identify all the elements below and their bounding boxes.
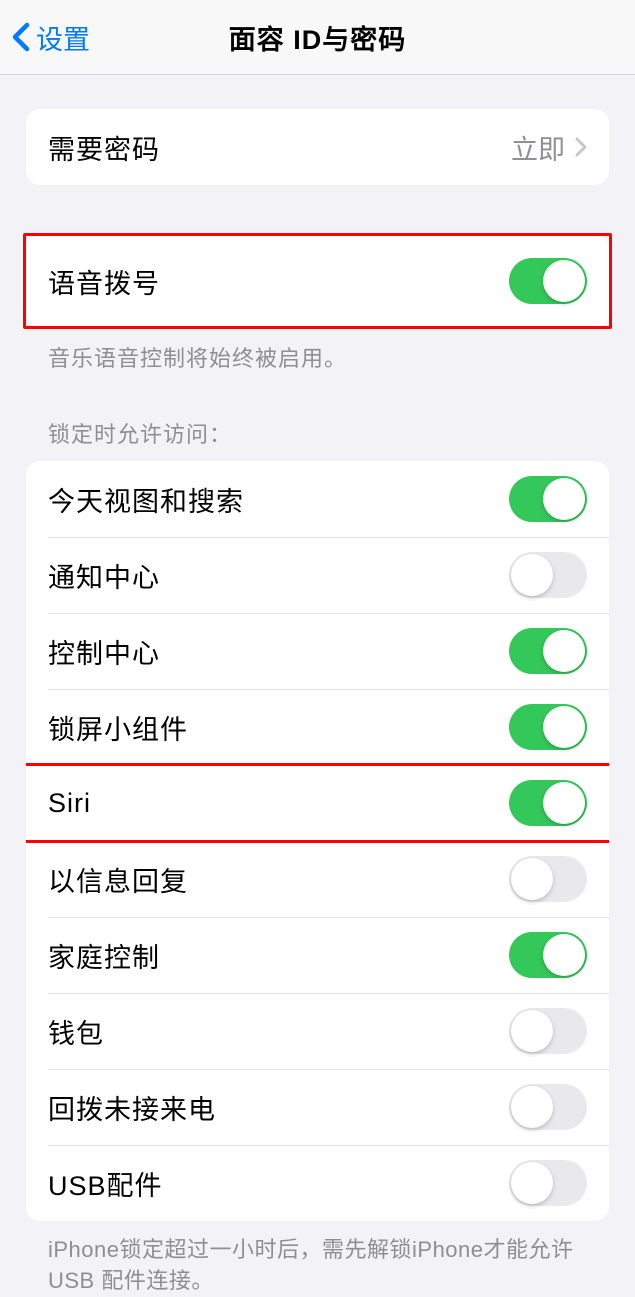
lock-access-label: 今天视图和搜索 (48, 480, 244, 519)
lock-access-label: 锁屏小组件 (48, 708, 188, 747)
voice-dial-row: 语音拨号 (26, 236, 609, 326)
toggle-knob (543, 478, 585, 520)
voice-dial-toggle[interactable] (509, 258, 587, 304)
chevron-left-icon (12, 22, 30, 52)
lock-access-toggle[interactable] (509, 628, 587, 674)
toggle-knob (511, 1086, 553, 1128)
toggle-knob (543, 782, 585, 824)
lock-access-header: 锁定时允许访问： (26, 417, 609, 461)
lock-access-label: 家庭控制 (48, 936, 160, 975)
toggle-knob (543, 260, 585, 302)
toggle-knob (511, 858, 553, 900)
toggle-knob (543, 934, 585, 976)
toggle-knob (543, 706, 585, 748)
lock-access-row: 以信息回复 (26, 841, 609, 917)
lock-access-footer: iPhone锁定超过一小时后，需先解锁iPhone才能允许USB 配件连接。 (26, 1221, 609, 1297)
lock-access-toggle[interactable] (509, 476, 587, 522)
voice-dial-label: 语音拨号 (48, 262, 160, 301)
chevron-right-icon (575, 137, 587, 157)
toggle-knob (543, 630, 585, 672)
require-passcode-row[interactable]: 需要密码 立即 (26, 109, 609, 185)
nav-header: 设置 面容 ID与密码 (0, 0, 635, 75)
lock-access-toggle[interactable] (509, 780, 587, 826)
lock-access-row: Siri (26, 765, 609, 841)
lock-access-label: 回拨未接来电 (48, 1088, 216, 1127)
lock-access-row: 今天视图和搜索 (26, 461, 609, 537)
require-passcode-label: 需要密码 (48, 128, 160, 167)
require-passcode-value-wrap: 立即 (511, 128, 587, 167)
toggle-knob (511, 1162, 553, 1204)
voice-dial-group: 语音拨号 (26, 236, 609, 326)
lock-access-label: 控制中心 (48, 632, 160, 671)
lock-access-row: 回拨未接来电 (26, 1069, 609, 1145)
lock-access-toggle[interactable] (509, 704, 587, 750)
lock-access-toggle[interactable] (509, 932, 587, 978)
lock-access-label: 钱包 (48, 1012, 104, 1051)
lock-access-toggle[interactable] (509, 552, 587, 598)
lock-access-row: 钱包 (26, 993, 609, 1069)
lock-access-toggle[interactable] (509, 856, 587, 902)
lock-access-toggle[interactable] (509, 1008, 587, 1054)
lock-access-row: 控制中心 (26, 613, 609, 689)
lock-access-row: USB配件 (26, 1145, 609, 1221)
lock-access-row: 通知中心 (26, 537, 609, 613)
require-passcode-value: 立即 (511, 128, 565, 167)
lock-access-toggle[interactable] (509, 1160, 587, 1206)
lock-access-label: Siri (48, 788, 91, 819)
voice-dial-highlight: 语音拨号 (23, 233, 612, 329)
lock-access-row: 家庭控制 (26, 917, 609, 993)
lock-access-group: 今天视图和搜索通知中心控制中心锁屏小组件 Siri 以信息回复家庭控制钱包回拨未接来… (26, 461, 609, 1221)
page-title: 面容 ID与密码 (229, 18, 407, 57)
back-button[interactable]: 设置 (12, 18, 90, 57)
lock-access-label: 以信息回复 (48, 860, 188, 899)
voice-dial-footer: 音乐语音控制将始终被启用。 (26, 329, 609, 373)
back-label: 设置 (36, 18, 90, 57)
lock-access-label: 通知中心 (48, 556, 160, 595)
passcode-group: 需要密码 立即 (26, 109, 609, 185)
toggle-knob (511, 554, 553, 596)
lock-access-toggle[interactable] (509, 1084, 587, 1130)
lock-access-label: USB配件 (48, 1164, 163, 1203)
lock-access-row: 锁屏小组件 (26, 689, 609, 765)
toggle-knob (511, 1010, 553, 1052)
